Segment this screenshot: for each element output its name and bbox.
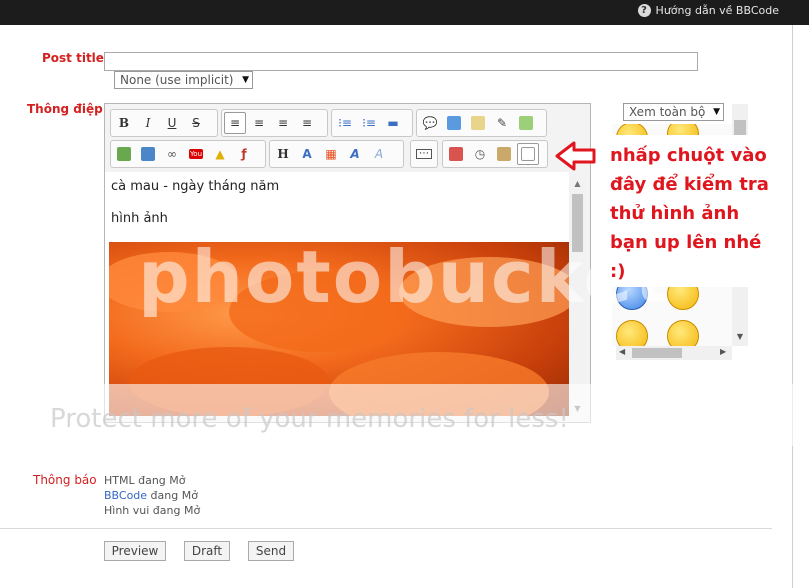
scroll-up-icon[interactable]: ▲	[569, 179, 586, 188]
smilies-status: Hình vui đang Mở	[104, 504, 201, 517]
preview-button[interactable]: Preview	[104, 541, 166, 561]
arrow-left-icon	[555, 141, 596, 171]
bbcode-link[interactable]: BBCode	[104, 489, 147, 502]
editor-content-area[interactable]: cà mau - ngày tháng năm hình ảnh	[105, 172, 569, 416]
smilies-horizontal-scrollbar[interactable]: ◀ ▶	[616, 346, 732, 360]
paste-button[interactable]	[493, 143, 515, 165]
watermark-band: Protect more of your memories for less!	[0, 384, 809, 446]
toolbar-group-media: ∞ You ▲ ƒ	[110, 140, 266, 168]
html-status: HTML đang Mở	[104, 474, 186, 487]
align-left-button[interactable]: ≡	[224, 112, 246, 134]
add-page-button[interactable]	[515, 112, 537, 134]
send-button[interactable]: Send	[248, 541, 294, 561]
remove-format-button[interactable]: A	[368, 143, 390, 165]
toolbar-group-more: ⋯	[410, 140, 438, 168]
horizontal-rule-button[interactable]: ▬	[382, 112, 404, 134]
bold-button[interactable]: B	[113, 112, 135, 134]
font-size-button[interactable]: A	[344, 143, 366, 165]
toolbar-group-font: H A ▦ A A	[269, 140, 404, 168]
scroll-down-icon[interactable]: ▼	[732, 332, 748, 341]
italic-button[interactable]: I	[137, 112, 159, 134]
draft-button[interactable]: Draft	[184, 541, 230, 561]
bbcode-help-link[interactable]: ? Hướng dẫn về BBCode	[637, 4, 779, 17]
post-title-label: Post title	[42, 51, 104, 65]
image-upload-button[interactable]	[137, 143, 159, 165]
annotation-text: nhấp chuột vào đây để kiểm tra thử hình …	[610, 145, 769, 282]
toolbar-group-align: ≡ ≡ ≡ ≡	[221, 109, 328, 137]
bullet-list-button[interactable]: ⁝≡	[334, 112, 356, 134]
youtube-button[interactable]: You	[185, 143, 207, 165]
edit-page-button[interactable]: ✎	[491, 112, 513, 134]
scroll-right-icon[interactable]: ▶	[720, 347, 726, 356]
underline-button[interactable]: U	[161, 112, 183, 134]
time-button[interactable]: ◷	[469, 143, 491, 165]
page-border	[792, 25, 793, 588]
strikethrough-button[interactable]: S	[185, 112, 207, 134]
editor-line-2: hình ảnh	[111, 211, 168, 226]
more-button[interactable]: ⋯	[413, 143, 435, 165]
insert-page-button[interactable]	[467, 112, 489, 134]
toolbar-group-extras: ◷	[442, 140, 548, 168]
watermark-band-text: Protect more of your memories for less!	[50, 404, 569, 434]
align-right-button[interactable]: ≡	[272, 112, 294, 134]
code-button[interactable]	[443, 112, 465, 134]
justify-button[interactable]: ≡	[296, 112, 318, 134]
post-title-input[interactable]	[104, 52, 698, 71]
toolbar-group-text-style: B I U S	[110, 109, 218, 137]
smiley-icon[interactable]	[667, 320, 699, 346]
calendar-button[interactable]	[445, 143, 467, 165]
chevron-down-icon: ▼	[713, 107, 720, 117]
flash-button[interactable]: ƒ	[233, 143, 255, 165]
scroll-left-icon[interactable]: ◀	[619, 347, 625, 356]
editor-line-1: cà mau - ngày tháng năm	[111, 179, 280, 194]
notice-list: HTML đang Mở BBCode đang Mở Hình vui đan…	[104, 473, 200, 518]
prefix-select[interactable]: None (use implicit) ▼	[114, 71, 253, 89]
warning-button[interactable]: ▲	[209, 143, 231, 165]
align-center-button[interactable]: ≡	[248, 112, 270, 134]
prefix-select-value: None (use implicit)	[120, 73, 234, 87]
editor-vertical-scrollbar[interactable]: ▲ ▼	[569, 177, 586, 416]
font-button[interactable]: A	[296, 143, 318, 165]
bbcode-state: đang Mở	[147, 489, 198, 502]
smilies-select-value: Xem toàn bộ	[629, 105, 706, 119]
message-label: Thông điệp	[27, 102, 103, 116]
divider	[0, 528, 772, 529]
notice-label: Thông báo	[33, 473, 97, 487]
editor-scroll-thumb[interactable]	[572, 194, 583, 252]
heading-button[interactable]: H	[272, 143, 294, 165]
annotation-callout: nhấp chuột vào đây để kiểm tra thử hình …	[598, 135, 776, 287]
smilies-select[interactable]: Xem toàn bộ ▼	[623, 103, 724, 121]
insert-image-button[interactable]	[113, 143, 135, 165]
link-button[interactable]: ∞	[161, 143, 183, 165]
top-bar: ? Hướng dẫn về BBCode	[0, 0, 809, 25]
preview-source-button[interactable]	[517, 143, 539, 165]
smilies-hscroll-thumb[interactable]	[632, 348, 682, 358]
question-icon: ?	[637, 4, 651, 17]
bbcode-status: BBCode đang Mở	[104, 488, 200, 503]
smiley-icon[interactable]	[616, 320, 648, 346]
toolbar-group-insert: 💬 ✎	[416, 109, 547, 137]
numbered-list-button[interactable]: ⁝≡	[358, 112, 380, 134]
chevron-down-icon: ▼	[242, 75, 249, 85]
color-button[interactable]: ▦	[320, 143, 342, 165]
quote-button[interactable]: 💬	[419, 112, 441, 134]
toolbar-group-lists: ⁝≡ ⁝≡ ▬	[331, 109, 413, 137]
bbcode-help-label: Hướng dẫn về BBCode	[655, 4, 779, 17]
